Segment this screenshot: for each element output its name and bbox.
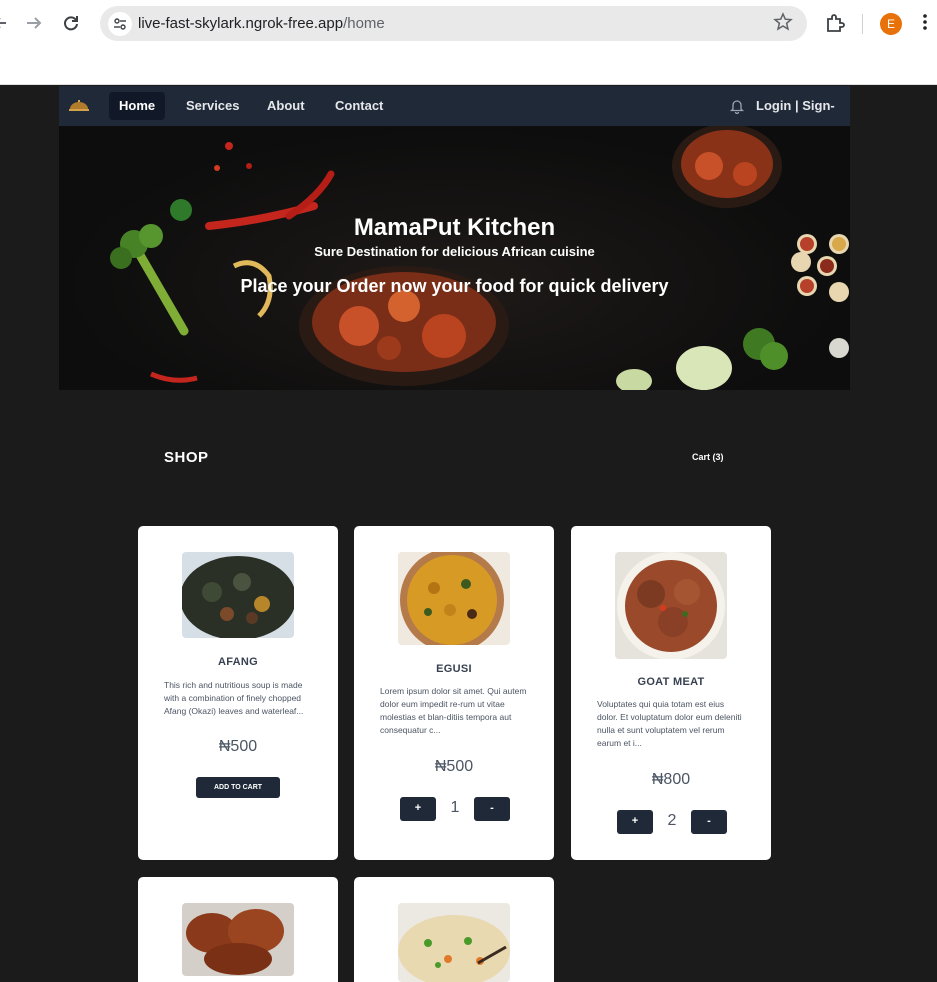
toolbar-divider — [862, 14, 863, 34]
shop-heading: SHOP — [164, 449, 209, 466]
cart-link[interactable]: Cart (3) — [692, 452, 724, 462]
product-image — [398, 903, 510, 982]
product-card-afang: AFANG This rich and nutritious soup is m… — [138, 526, 338, 860]
hero-cta-text: Place your Order now your food for quick… — [240, 276, 669, 296]
product-card — [354, 877, 554, 982]
profile-avatar[interactable]: E — [880, 13, 902, 35]
login-signup-link[interactable]: Login | Sign-up — [756, 92, 850, 141]
product-image-afang — [182, 552, 294, 638]
browser-toolbar: live-fast-skylark.ngrok-free.app/home E — [0, 0, 937, 85]
hero-title: MamaPut Kitchen — [353, 214, 556, 241]
quantity-value: 1 — [450, 799, 460, 816]
product-name: GOAT MEAT — [637, 676, 705, 688]
quantity-value: 2 — [667, 812, 677, 829]
product-image-egusi — [398, 552, 510, 645]
bell-icon[interactable] — [729, 98, 745, 119]
product-price: ₦800 — [651, 771, 691, 788]
increase-quantity-button[interactable]: + — [617, 810, 653, 834]
nav-about[interactable]: About — [257, 92, 315, 120]
product-description: Voluptates qui quia totam est eius dolor… — [597, 699, 742, 748]
forward-arrow-icon[interactable] — [23, 12, 45, 34]
url-text[interactable]: live-fast-skylark.ngrok-free.app/home — [138, 15, 385, 32]
nav-home[interactable]: Home — [109, 92, 166, 120]
product-description: This rich and nutritious soup is made wi… — [164, 680, 304, 716]
mamaput-logo[interactable] — [67, 97, 91, 115]
site-navbar: Home Services About Contact Login | Sign… — [59, 86, 850, 141]
reload-icon[interactable] — [60, 12, 82, 34]
quantity-stepper: + 1 - — [400, 797, 510, 821]
increase-quantity-button[interactable]: + — [400, 797, 436, 821]
product-image — [182, 903, 294, 976]
bookmark-star-icon[interactable] — [773, 12, 793, 38]
site-settings-icon[interactable] — [108, 12, 132, 36]
url-path: /home — [343, 15, 385, 32]
decrease-quantity-button[interactable]: - — [691, 810, 727, 834]
product-card-egusi: EGUSI Lorem ipsum dolor sit amet. Qui au… — [354, 526, 554, 860]
address-bar[interactable]: live-fast-skylark.ngrok-free.app/home — [100, 6, 807, 41]
more-menu-icon[interactable] — [922, 12, 928, 37]
product-card-goat-meat: GOAT MEAT Voluptates qui quia totam est … — [571, 526, 771, 860]
hero-subtitle: Sure Destination for delicious African c… — [314, 244, 595, 259]
nav-services[interactable]: Services — [176, 92, 250, 120]
extensions-icon[interactable] — [824, 12, 846, 39]
add-to-cart-button[interactable]: ADD TO CART — [196, 777, 280, 798]
nav-contact[interactable]: Contact — [325, 92, 393, 120]
hero-banner: MamaPut Kitchen Sure Destination for del… — [59, 126, 850, 390]
url-host: live-fast-skylark.ngrok-free.app — [138, 15, 344, 32]
product-image-goat-meat — [615, 552, 727, 659]
product-name: EGUSI — [436, 663, 472, 675]
product-name: AFANG — [218, 656, 258, 668]
product-description: Lorem ipsum dolor sit amet. Qui autem do… — [380, 686, 527, 735]
decrease-quantity-button[interactable]: - — [474, 797, 510, 821]
product-price: ₦500 — [434, 758, 474, 775]
product-card — [138, 877, 338, 982]
product-price: ₦500 — [218, 738, 258, 755]
quantity-stepper: + 2 - — [617, 810, 727, 834]
back-arrow-icon[interactable] — [0, 12, 14, 34]
